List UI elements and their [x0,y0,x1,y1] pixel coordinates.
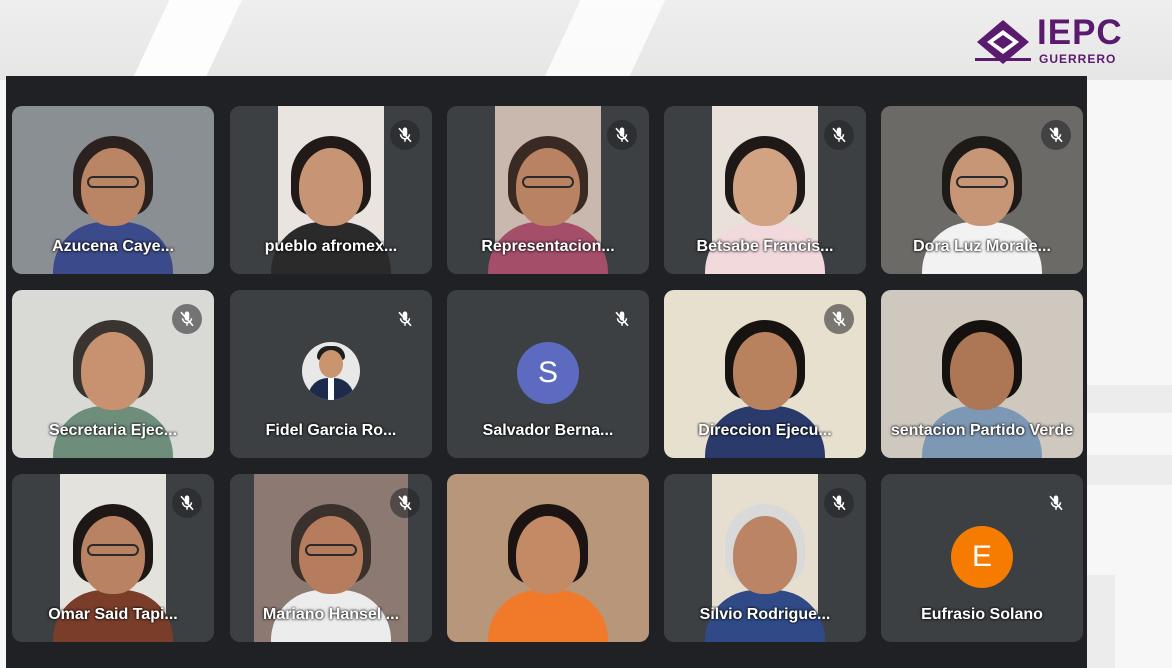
mic-off-icon [172,304,202,334]
participant-tile[interactable]: pueblo afromex... [230,106,432,274]
mic-off-icon [607,304,637,334]
participant-tile[interactable]: E Eufrasio Solano [881,474,1083,642]
participant-avatar: S [517,342,579,404]
participant-name: Representacion... [481,238,615,255]
participant-figure [488,498,608,642]
participant-tile[interactable]: Silvio Rodrigue... [664,474,866,642]
mic-off-icon [824,304,854,334]
mic-off-icon [1041,120,1071,150]
participant-name: Omar Said Tapi... [48,606,178,623]
mic-off-icon [607,120,637,150]
iepc-logo: IEPC GUERRERO [975,14,1135,70]
participant-tile[interactable]: Fidel Garcia Ro... [230,290,432,458]
iepc-logo-icon [975,20,1031,64]
slide-background-band [1087,455,1172,485]
participant-name: Fidel Garcia Ro... [265,422,397,439]
mic-off-icon [824,488,854,518]
participant-name: Secretaria Ejec... [48,422,178,439]
mic-off-icon [824,120,854,150]
slide-background-band [1087,575,1115,668]
participant-name: Eufrasio Solano [921,606,1043,623]
participant-tile[interactable]: sentacion Partido Verde [881,290,1083,458]
participant-video [447,474,649,642]
mic-off-icon [1041,488,1071,518]
participant-avatar: E [951,526,1013,588]
participant-name: sentacion Partido Verde [890,422,1074,439]
participant-tile[interactable]: Direccion Ejecu... [664,290,866,458]
participant-name: Direccion Ejecu... [698,422,832,439]
participant-tile[interactable]: Representacion... [447,106,649,274]
mic-off-icon [390,304,420,334]
participant-tile[interactable]: Omar Said Tapi... [12,474,214,642]
logo-text: IEPC [1037,13,1123,52]
participant-name: pueblo afromex... [264,238,398,255]
mic-off-icon [390,120,420,150]
participant-tile[interactable] [447,474,649,642]
participant-tile[interactable]: Betsabe Francis... [664,106,866,274]
participant-tile[interactable]: Dora Luz Morale... [881,106,1083,274]
slide-background-band [1087,385,1172,413]
participant-name: Salvador Berna... [482,422,614,439]
participant-name: Dora Luz Morale... [913,238,1051,255]
participant-name: Mariano Hansel ... [262,606,400,623]
mic-off-icon [172,488,202,518]
participant-tile[interactable]: Mariano Hansel ... [230,474,432,642]
participant-tile[interactable]: Azucena Caye... [12,106,214,274]
participant-avatar [302,342,360,400]
participant-tile[interactable]: Secretaria Ejec... [12,290,214,458]
mic-off-icon [390,488,420,518]
meeting-grid: Azucena Caye... pueblo afromex... Represen… [6,76,1087,668]
participant-name: Azucena Caye... [52,238,174,255]
logo-subtext: GUERRERO [1039,52,1117,66]
participant-name: Betsabe Francis... [696,238,834,255]
participant-name: Silvio Rodrigue... [699,606,831,623]
participant-tile[interactable]: S Salvador Berna... [447,290,649,458]
